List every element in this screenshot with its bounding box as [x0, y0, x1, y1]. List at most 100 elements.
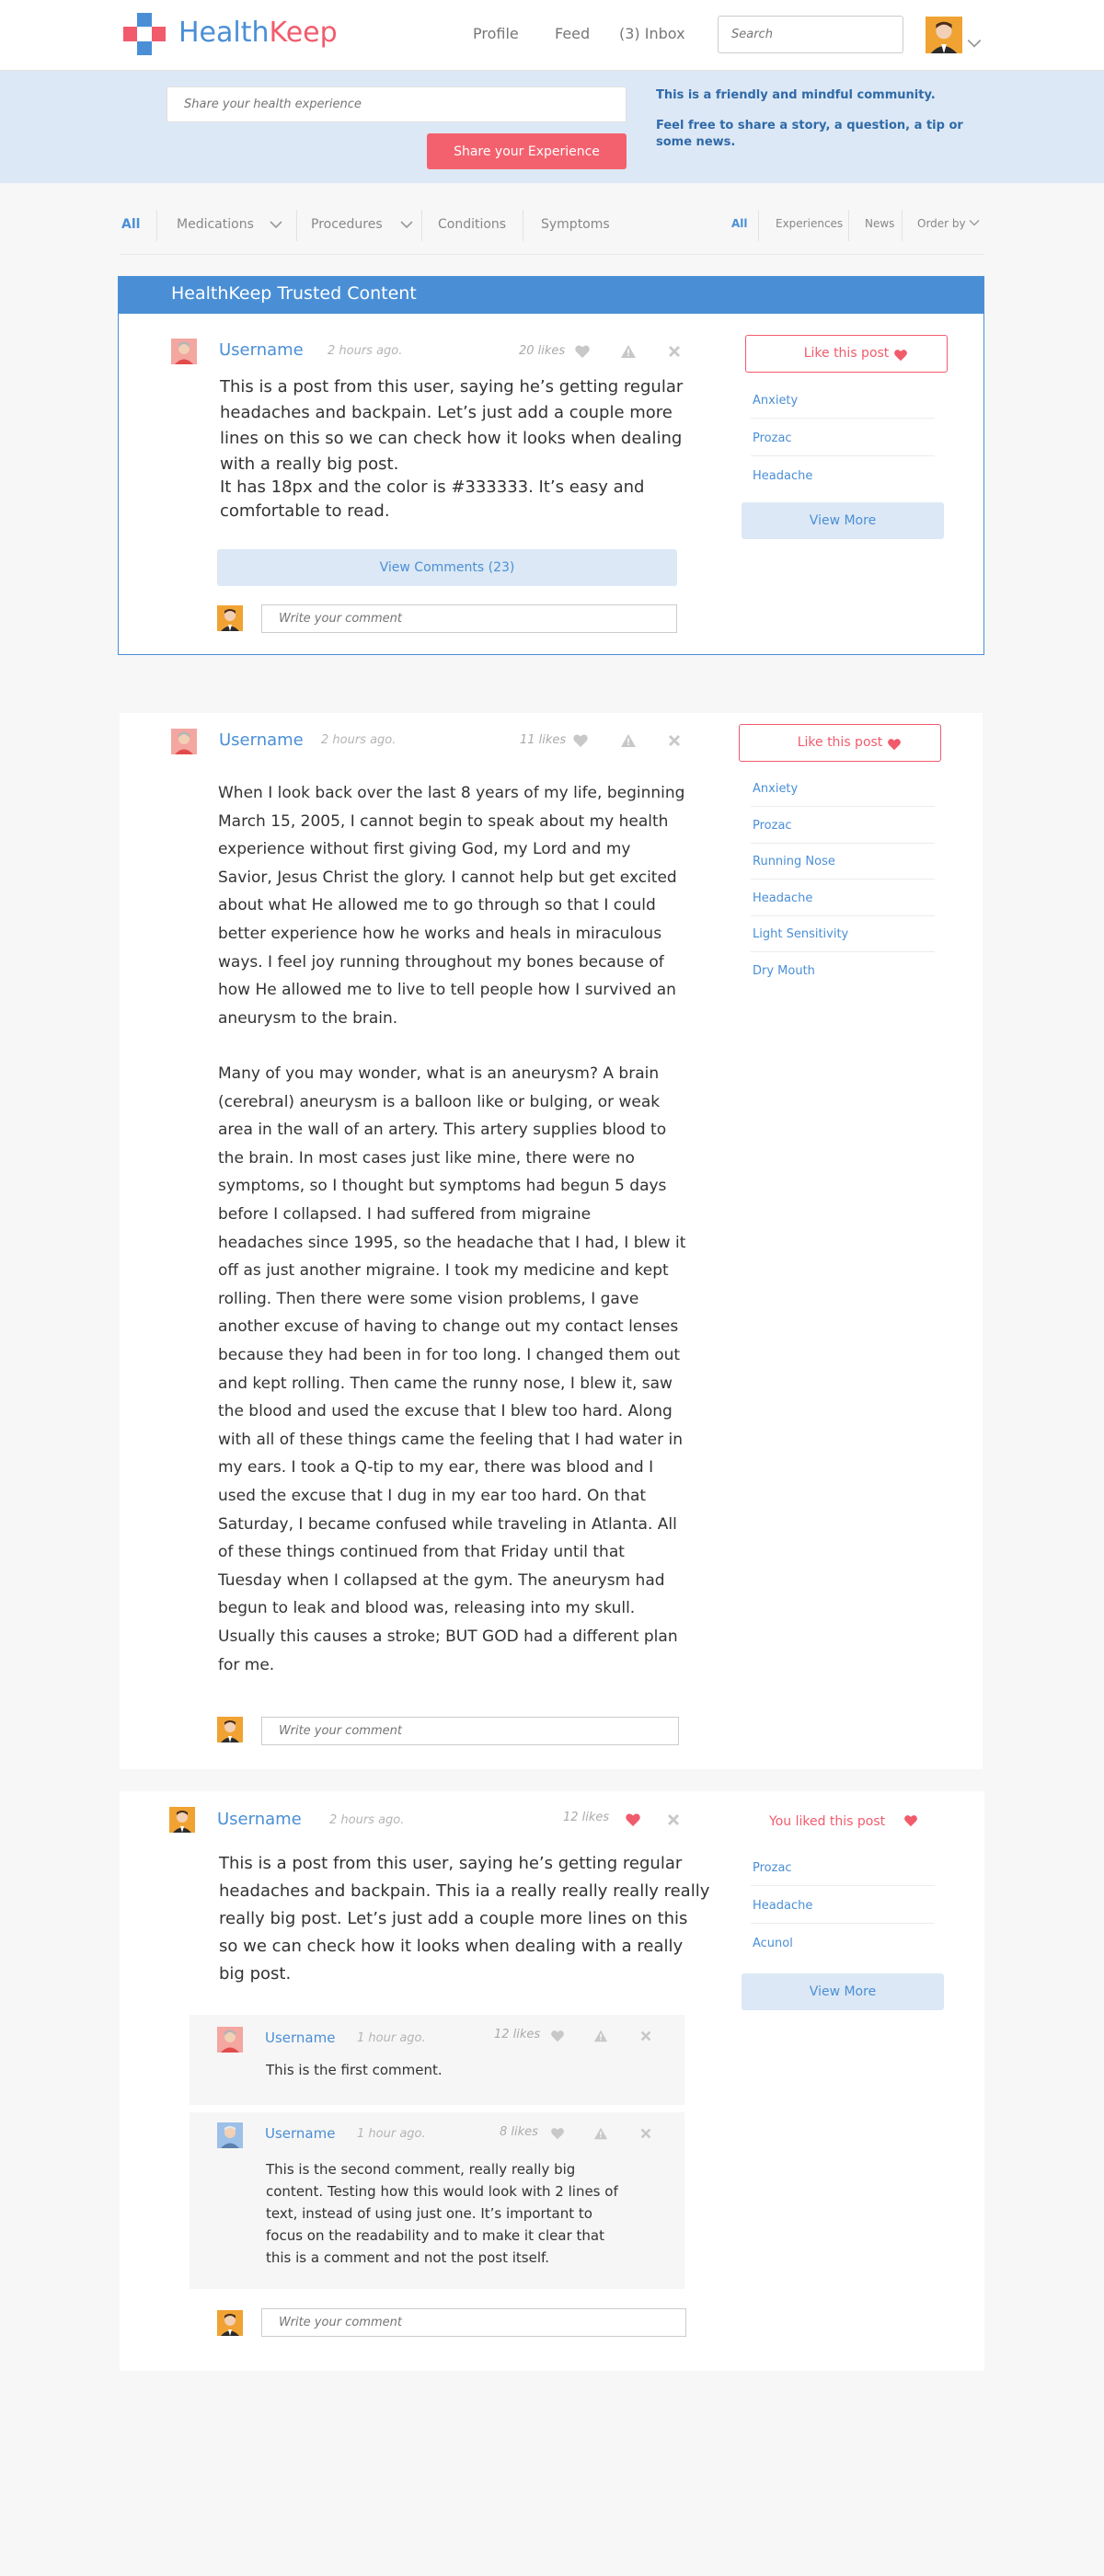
post-line: with a really big post. [220, 454, 399, 474]
close-icon[interactable] [666, 732, 683, 749]
commenter-avatar[interactable] [217, 2122, 243, 2148]
heart-icon[interactable] [572, 732, 589, 749]
commenter-username[interactable]: Username [265, 2030, 335, 2046]
chevron-down-icon[interactable] [269, 219, 283, 230]
close-icon[interactable] [665, 1811, 682, 1828]
commenter-avatar[interactable] [217, 2027, 243, 2053]
filter-conditions[interactable]: Conditions [438, 217, 506, 232]
tag-link[interactable]: Headache [753, 891, 812, 905]
order-by-dropdown[interactable]: Order by [917, 217, 966, 230]
tag-link[interactable]: Prozac [753, 1861, 792, 1875]
comment-input[interactable] [261, 604, 677, 633]
flag-icon[interactable] [593, 2126, 608, 2141]
post-line: lines on this so we can check how it loo… [220, 429, 683, 448]
commenter-avatar [217, 1717, 243, 1742]
author-avatar[interactable] [169, 1807, 195, 1833]
comment-input[interactable] [261, 2308, 686, 2337]
author-avatar[interactable] [171, 339, 197, 364]
tag-link[interactable]: Light Sensitivity [753, 927, 848, 941]
like-post-label: Like this post [803, 346, 890, 361]
tag-link[interactable]: Headache [753, 1899, 812, 1913]
commenter-username[interactable]: Username [265, 2125, 335, 2142]
author-username[interactable]: Username [217, 1810, 302, 1829]
filter-symptoms[interactable]: Symptoms [541, 217, 610, 232]
heart-icon [903, 1813, 918, 1828]
filter-all[interactable]: All [121, 217, 140, 232]
text-line: focus on the readability and to make it … [266, 2227, 604, 2244]
text-line: really big post. Let’s just add a couple… [219, 1909, 688, 1928]
text-line: about what He allowed me to go through s… [218, 896, 656, 915]
chevron-down-icon[interactable] [968, 218, 981, 227]
text-line: big post. [219, 1964, 292, 1984]
tag-link[interactable]: Prozac [753, 431, 792, 445]
brand-name[interactable]: HealthKeep [178, 17, 338, 49]
flag-icon[interactable] [593, 2029, 608, 2043]
flag-icon[interactable] [620, 343, 637, 360]
heart-icon[interactable] [574, 343, 591, 360]
heart-icon[interactable] [625, 1811, 641, 1828]
tag-divider [751, 879, 935, 880]
filter-procedures[interactable]: Procedures [311, 217, 383, 232]
share-experience-input[interactable] [167, 86, 627, 122]
close-icon[interactable] [666, 343, 683, 360]
comment-input[interactable] [261, 1717, 679, 1745]
author-username[interactable]: Username [219, 340, 304, 360]
text-line: Tuesday when I collapsed at the gym. The… [218, 1570, 665, 1590]
flag-icon[interactable] [620, 732, 637, 749]
chevron-down-icon[interactable] [966, 37, 983, 50]
filter-separator [421, 210, 422, 241]
heart-icon[interactable] [550, 2126, 565, 2141]
text-line: so we can check how it looks when dealin… [219, 1937, 684, 1956]
tag-link[interactable]: Prozac [753, 819, 792, 833]
post-line: It has 18px and the color is #333333. It… [220, 477, 645, 497]
text-line: This is a post from this user, saying he… [219, 1854, 683, 1873]
view-comments-button[interactable]: View Comments (23) [217, 549, 677, 586]
text-line: headaches since 1995, so the headache th… [218, 1233, 686, 1252]
tag-link[interactable]: Dry Mouth [753, 964, 815, 978]
filter-type-experiences[interactable]: Experiences [776, 217, 843, 230]
user-avatar[interactable] [926, 17, 962, 53]
tag-divider [751, 418, 935, 419]
nav-profile[interactable]: Profile [473, 25, 519, 42]
filter-type-news[interactable]: News [865, 217, 894, 230]
close-icon[interactable] [638, 2126, 653, 2141]
filter-medications[interactable]: Medications [177, 217, 254, 232]
filter-type-all[interactable]: All [731, 217, 748, 230]
close-icon[interactable] [638, 2029, 653, 2043]
nav-feed[interactable]: Feed [555, 25, 590, 42]
tag-link[interactable]: Running Nose [753, 855, 835, 868]
tag-divider [751, 843, 935, 844]
text-line: before I collapsed. I had suffered from … [218, 1205, 592, 1224]
like-post-button[interactable]: Like this post [745, 335, 948, 373]
tag-divider [751, 951, 935, 952]
tag-link[interactable]: Anxiety [753, 782, 798, 796]
tag-link[interactable]: Headache [753, 469, 812, 483]
text-line: text, instead of using just one. It’s im… [266, 2205, 592, 2222]
author-avatar[interactable] [171, 729, 197, 754]
text-line: content. Testing how this would look wit… [266, 2183, 618, 2200]
community-note-2-line1: Feel free to share a story, a question, … [656, 119, 963, 132]
share-experience-button[interactable]: Share your Experience [427, 133, 627, 169]
comment-like-count: 8 likes [500, 2125, 538, 2139]
author-username[interactable]: Username [219, 730, 304, 750]
tag-link[interactable]: Acunol [753, 1937, 793, 1950]
text-line: and kept rolling. Then came the runny no… [218, 1374, 673, 1393]
tag-divider [751, 1923, 935, 1924]
view-more-button[interactable]: View More [742, 502, 944, 539]
chevron-down-icon[interactable] [399, 219, 414, 230]
tag-divider [751, 455, 935, 456]
nav-inbox[interactable]: (3) Inbox [619, 25, 685, 42]
like-post-button[interactable]: Like this post [739, 724, 941, 762]
tag-link[interactable]: Anxiety [753, 394, 798, 408]
search-input[interactable] [718, 16, 903, 53]
tag-divider [751, 915, 935, 916]
liked-post-status[interactable]: You liked this post [769, 1814, 885, 1829]
community-note: This is a friendly and mindful community… [656, 88, 936, 102]
text-line: of these things continued from that Frid… [218, 1543, 625, 1562]
view-more-button[interactable]: View More [742, 1973, 944, 2010]
like-count: 20 likes [519, 344, 566, 358]
text-line: for me. [218, 1655, 275, 1674]
logo-cross-icon[interactable] [121, 11, 167, 57]
heart-icon[interactable] [550, 2029, 565, 2043]
post-line: This is a post from this user, saying he… [220, 377, 684, 397]
